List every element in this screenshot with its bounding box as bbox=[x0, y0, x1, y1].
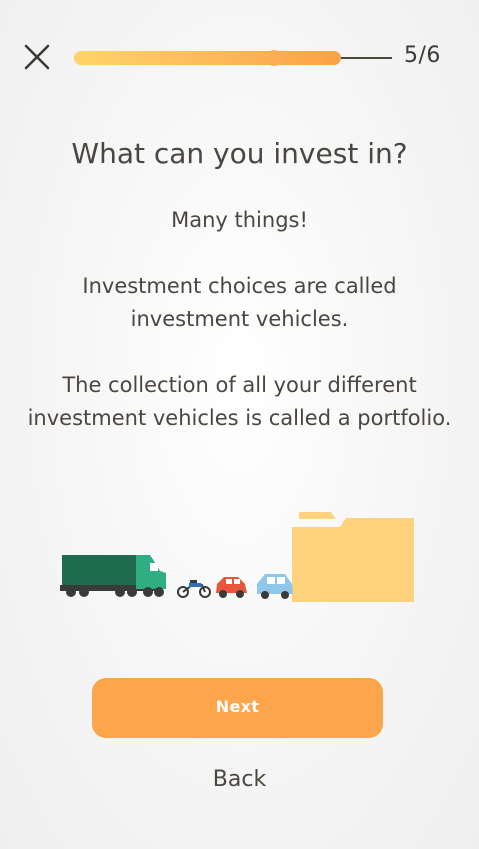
next-button[interactable]: Next bbox=[92, 678, 383, 738]
vehicles-text: Investment choices are called investment… bbox=[82, 274, 397, 331]
folder-icon bbox=[292, 512, 414, 602]
vehicles-illustration bbox=[56, 505, 418, 605]
page-title: What can you invest in? bbox=[71, 137, 408, 170]
close-icon bbox=[24, 44, 50, 70]
back-button[interactable]: Back bbox=[0, 767, 479, 792]
progress-thumb bbox=[266, 50, 282, 66]
close-button[interactable] bbox=[22, 42, 52, 72]
progress-bar bbox=[74, 50, 392, 66]
progress-fill bbox=[74, 51, 341, 65]
truck-icon bbox=[60, 555, 166, 597]
blue-car-icon bbox=[257, 574, 293, 599]
portfolio-text: The collection of all your different inv… bbox=[27, 373, 452, 430]
step-counter: 5/6 bbox=[404, 43, 441, 68]
motorcycle-icon bbox=[177, 580, 211, 598]
red-car-icon bbox=[216, 577, 247, 598]
intro-text: Many things! bbox=[171, 208, 308, 232]
top-bar: 5/6 bbox=[0, 0, 479, 115]
